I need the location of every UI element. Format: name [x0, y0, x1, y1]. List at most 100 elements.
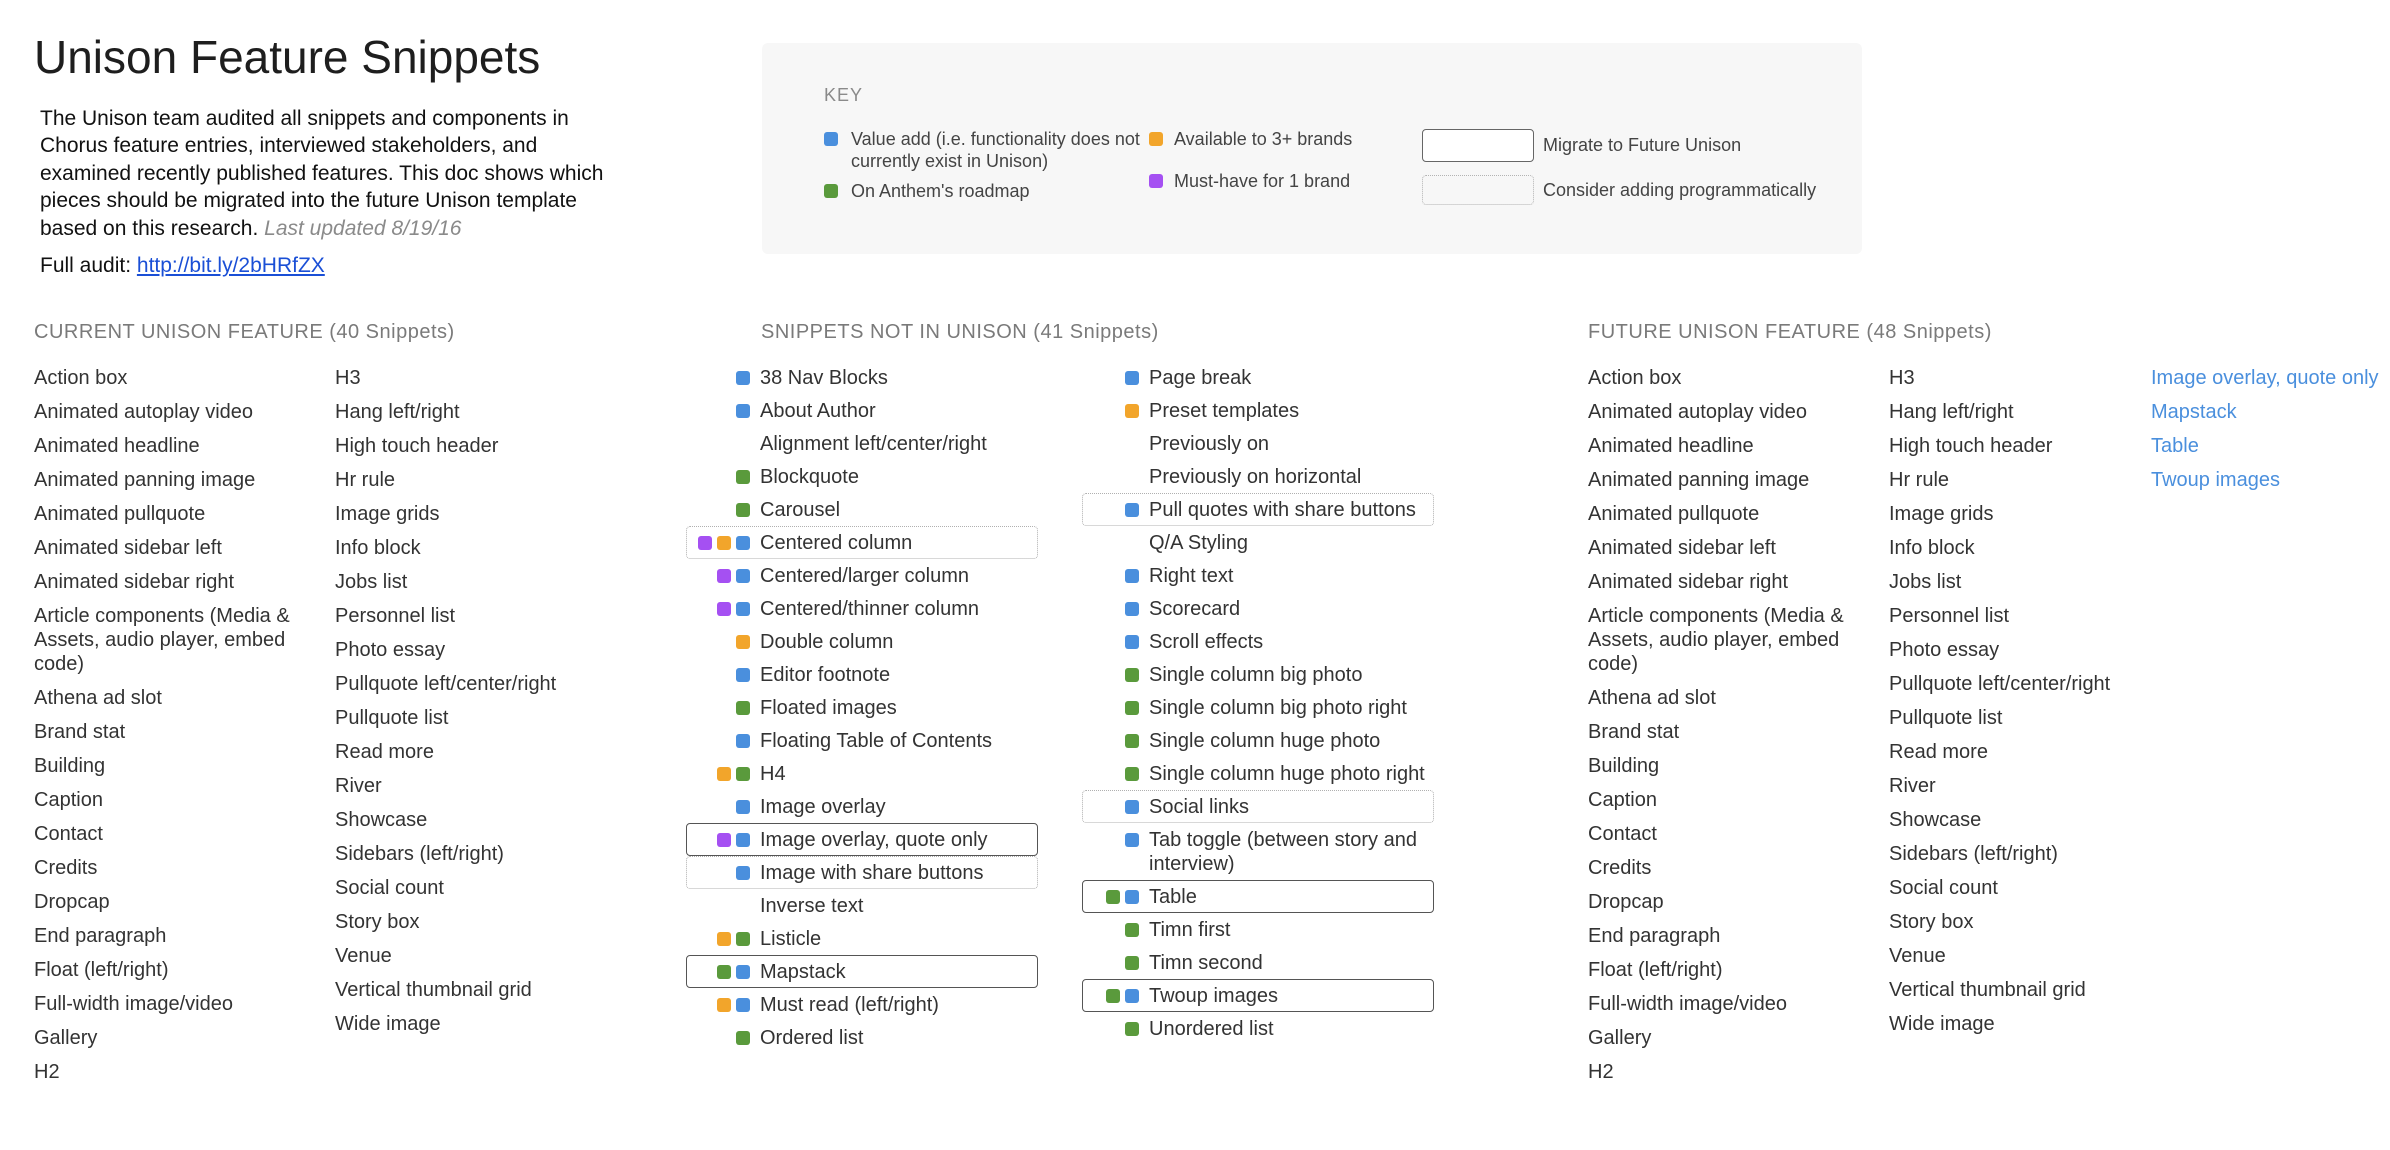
snippet-label: Timn second [1149, 951, 1263, 974]
value-add-marker [824, 132, 838, 146]
feature-item: Mapstack [2151, 401, 2237, 423]
snippet-item: Mapstack [686, 955, 1038, 988]
tag-markers [1083, 432, 1149, 456]
snippet-label: Listicle [760, 927, 822, 950]
feature-item: Brand stat [34, 721, 126, 743]
key-label-brands: Available to 3+ brands [1174, 129, 1353, 149]
value-add-marker [736, 832, 750, 847]
feature-item: River [1889, 775, 1936, 797]
snippet-item: Alignment left/center/right [686, 427, 1038, 460]
feature-item: Full-width image/video [34, 993, 233, 1015]
snippet-item: Ordered list [686, 1021, 1038, 1054]
snippet-item: Single column big photo [1082, 658, 1434, 691]
tag-markers [687, 795, 760, 819]
snippet-item: Tab toggle (between story and interview) [1082, 823, 1434, 880]
tag-markers [1083, 885, 1149, 909]
snippet-label: Preset templates [1149, 399, 1300, 422]
snippet-item: Table [1082, 880, 1434, 913]
snippet-item: Social links [1082, 790, 1434, 823]
future-column-3-added: Image overlay, quote only Mapstack Table Tw… [2151, 361, 2386, 497]
brands-marker [717, 535, 731, 550]
snippet-item: About Author [686, 394, 1038, 427]
snippet-label: 38 Nav Blocks [760, 366, 888, 389]
snippet-label: Inverse text [760, 894, 864, 917]
snippet-item: Single column huge photo right [1082, 757, 1434, 790]
roadmap-marker [736, 469, 750, 484]
feature-item: Read more [1889, 741, 1988, 763]
snippet-item: Pull quotes with share buttons [1082, 493, 1434, 526]
key-label-value-add: Value add (i.e. functionality does not c… [851, 129, 1140, 171]
feature-item: Gallery [1588, 1027, 1652, 1049]
snippet-label: Centered/thinner column [760, 597, 980, 620]
feature-item: Pullquote list [1889, 707, 2003, 729]
snippet-item: Unordered list [1082, 1012, 1434, 1045]
value-add-marker [736, 568, 750, 583]
full-audit-link[interactable]: http://bit.ly/2bHRfZX [137, 254, 325, 277]
value-add-marker [736, 964, 750, 979]
brands-marker [736, 634, 750, 649]
snippet-item: Centered/larger column [686, 559, 1038, 592]
value-add-marker [736, 667, 750, 682]
must-have-marker [698, 535, 712, 550]
value-add-marker [1125, 634, 1139, 649]
snippet-item: Image with share buttons [686, 856, 1038, 889]
tag-markers [687, 1026, 760, 1050]
roadmap-marker [1125, 733, 1139, 748]
feature-item: Social count [1889, 877, 1998, 899]
feature-item: Contact [34, 823, 103, 845]
snippet-label: About Author [760, 399, 876, 422]
current-column-1: Action box Animated autoplay video Animate… [34, 361, 314, 1089]
feature-item: Jobs list [1889, 571, 1962, 593]
feature-item: Vertical thumbnail grid [1889, 979, 2086, 1001]
roadmap-marker [736, 766, 750, 781]
feature-item: Hr rule [1889, 469, 1950, 491]
snippets-column-1: 38 Nav Blocks About Author Alignment left/… [686, 361, 1038, 1054]
snippet-label: Table [1149, 885, 1197, 908]
snippet-item: Previously on horizontal [1082, 460, 1434, 493]
feature-item: Story box [335, 911, 420, 933]
feature-item: Animated pullquote [34, 503, 206, 525]
tag-markers [1083, 597, 1149, 621]
snippet-label: Blockquote [760, 465, 859, 488]
tag-markers [1083, 951, 1149, 975]
snippets-column-2: Page break Preset templates Previously on P… [1082, 361, 1434, 1045]
feature-item: Article components (Media & Assets, audi… [1588, 605, 1844, 675]
snippet-item: Carousel [686, 493, 1038, 526]
value-add-marker [736, 865, 750, 880]
feature-item: End paragraph [1588, 925, 1721, 947]
tag-markers [1083, 1017, 1149, 1041]
snippet-item: Centered column [686, 526, 1038, 559]
snippet-label: Unordered list [1149, 1017, 1274, 1040]
feature-item: Athena ad slot [34, 687, 162, 709]
feature-item: Photo essay [1889, 639, 2000, 661]
snippet-item: Previously on [1082, 427, 1434, 460]
snippet-label: Mapstack [760, 960, 846, 983]
tag-markers [687, 597, 760, 621]
last-updated: Last updated 8/19/16 [264, 216, 462, 240]
feature-item: Dropcap [1588, 891, 1664, 913]
feature-item: Gallery [34, 1027, 98, 1049]
page-title: Unison Feature Snippets [34, 31, 541, 83]
migrate-box-sample [1422, 129, 1534, 162]
feature-item: Brand stat [1588, 721, 1680, 743]
tag-markers [687, 663, 760, 687]
snippet-item: Image overlay, quote only [686, 823, 1038, 856]
feature-item: Read more [335, 741, 434, 763]
feature-item: Animated sidebar left [1588, 537, 1776, 559]
value-add-marker [736, 799, 750, 814]
snippet-item: Page break [1082, 361, 1434, 394]
feature-item: Social count [335, 877, 444, 899]
roadmap-marker [736, 502, 750, 517]
snippet-label: Scroll effects [1149, 630, 1264, 653]
value-add-marker [736, 403, 750, 418]
feature-item: Action box [34, 367, 128, 389]
feature-item: Table [2151, 435, 2199, 457]
key-label-migrate: Migrate to Future Unison [1543, 135, 1742, 155]
snippet-label: Page break [1149, 366, 1252, 389]
snippet-item: Editor footnote [686, 658, 1038, 691]
feature-item: Image grids [1889, 503, 1994, 525]
tag-markers [1083, 630, 1149, 654]
snippet-label: Timn first [1149, 918, 1231, 941]
tag-markers [1083, 696, 1149, 720]
roadmap-marker [736, 1030, 750, 1045]
